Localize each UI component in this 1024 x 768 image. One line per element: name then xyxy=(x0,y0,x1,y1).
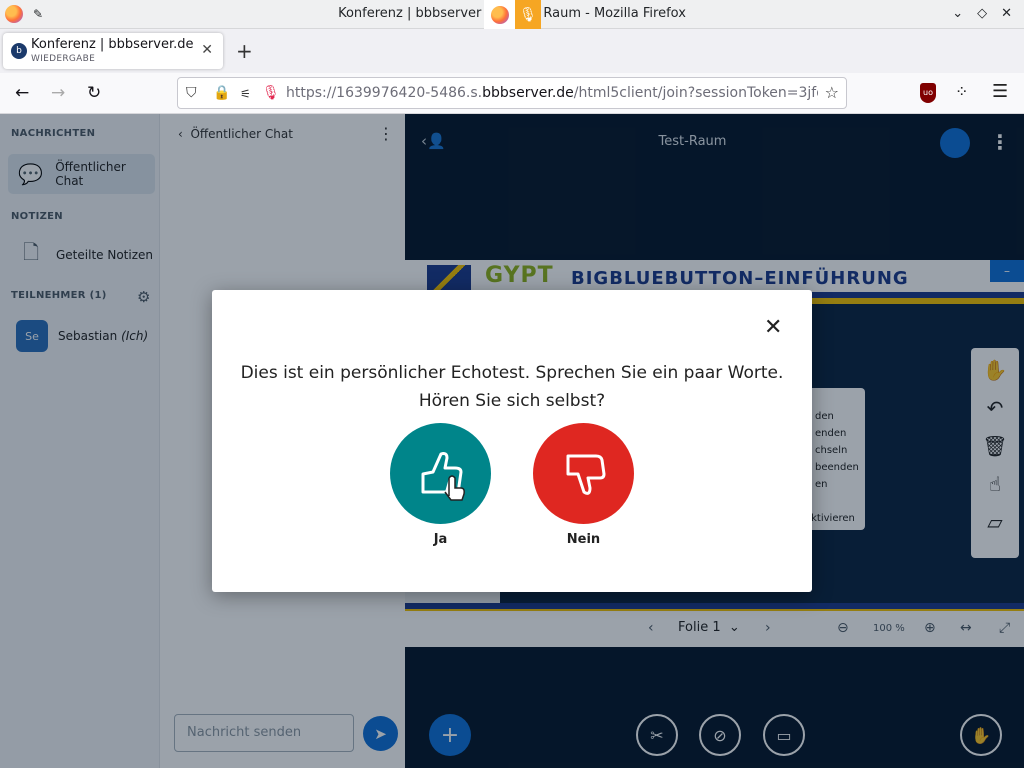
shield-icon[interactable]: ⛉ xyxy=(186,85,197,101)
no-button[interactable] xyxy=(533,423,634,524)
lock-icon[interactable]: 🔒 xyxy=(213,85,230,101)
yes-button[interactable] xyxy=(390,423,491,524)
microphone-permission-icon[interactable]: 🎙 xyxy=(262,85,280,101)
echo-test-modal: ✕ Dies ist ein persönlicher Echotest. Sp… xyxy=(212,290,812,592)
maximize-icon[interactable]: ◇ xyxy=(977,6,987,21)
forward-icon[interactable]: → xyxy=(51,83,65,103)
permissions-icon[interactable]: ⚟ xyxy=(240,87,251,101)
tab-strip: b Konferenz | bbbserver.de WIEDERGABE ✕ … xyxy=(0,29,1024,73)
yes-option[interactable]: Ja xyxy=(390,423,491,547)
minimize-icon[interactable]: ⌄ xyxy=(952,6,963,21)
microphone-icon: 🎙 xyxy=(515,0,541,30)
extensions-icon[interactable]: ⁘ xyxy=(955,82,968,101)
no-label: Nein xyxy=(566,532,601,547)
yes-label: Ja xyxy=(433,532,448,547)
firefox-icon xyxy=(490,6,509,24)
browser-tab[interactable]: b Konferenz | bbbserver.de WIEDERGABE ✕ xyxy=(3,33,223,69)
thumbs-down-icon xyxy=(566,454,605,495)
tab-title: Konferenz | bbbserver.de xyxy=(31,37,193,52)
tab-playing-label: WIEDERGABE xyxy=(31,54,96,64)
url-bar[interactable]: ⛉ 🔒 ⚟ 🎙 https://1639976420-5486.s.bbbser… xyxy=(177,77,847,109)
window-titlebar: ✎ Konferenz | bbbserver Raum - Mozilla Fi… xyxy=(0,0,1024,30)
nav-bar: ← → ↻ ⛉ 🔒 ⚟ 🎙 https://1639976420-5486.s.… xyxy=(0,73,1024,114)
window-title-right: Raum - Mozilla Firefox xyxy=(543,6,686,21)
sharing-indicator[interactable]: 🎙 xyxy=(484,0,541,30)
echo-test-question: Dies ist ein persönlicher Echotest. Spre… xyxy=(240,363,784,411)
bbb-favicon-icon: b xyxy=(11,43,27,59)
thumbs-up-icon xyxy=(421,451,465,501)
window-title-left: Konferenz | bbbserver xyxy=(338,6,482,21)
tab-close-icon[interactable]: ✕ xyxy=(201,42,213,58)
new-tab-icon[interactable]: + xyxy=(236,39,253,63)
close-icon[interactable]: ✕ xyxy=(1001,6,1012,21)
bookmark-star-icon[interactable]: ☆ xyxy=(825,83,839,102)
back-icon[interactable]: ← xyxy=(15,83,29,103)
menu-icon[interactable]: ☰ xyxy=(992,81,1008,102)
ublock-icon[interactable]: uo xyxy=(920,83,936,103)
reload-icon[interactable]: ↻ xyxy=(87,83,101,103)
no-option[interactable]: Nein xyxy=(533,423,634,547)
close-icon[interactable]: ✕ xyxy=(764,317,782,339)
url-text[interactable]: https://1639976420-5486.s.bbbserver.de/h… xyxy=(286,85,818,101)
